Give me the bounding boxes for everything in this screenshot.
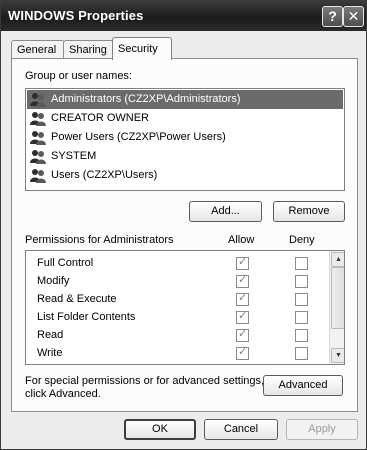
user-name: CREATOR OWNER — [51, 112, 149, 124]
user-group-icon — [30, 150, 46, 164]
user-group-icon — [30, 169, 46, 183]
permission-row: Full Control ✓ — [26, 255, 326, 273]
allow-checkbox[interactable]: ✓ — [236, 274, 249, 288]
user-group-icon — [30, 112, 46, 126]
advanced-button[interactable]: Advanced — [263, 375, 343, 396]
permission-row: List Folder Contents ✓ — [26, 309, 326, 327]
permission-row: Read & Execute ✓ — [26, 291, 326, 309]
user-list-item[interactable]: CREATOR OWNER — [27, 109, 343, 128]
scroll-up-button[interactable]: ▲ — [331, 252, 344, 267]
allow-checkbox[interactable]: ✓ — [236, 256, 249, 270]
deny-header: Deny — [289, 234, 315, 246]
permission-name: Write — [37, 347, 63, 359]
deny-checkbox[interactable] — [295, 329, 308, 342]
help-button[interactable]: ? — [322, 6, 343, 27]
check-icon: ✓ — [238, 328, 248, 340]
permission-row: Modify ✓ — [26, 273, 326, 291]
permissions-label: Permissions for Administrators — [25, 234, 174, 246]
permissions-scrollbar[interactable]: ▲ ▼ — [329, 251, 344, 364]
title-bar[interactable]: WINDOWS Properties ? ✕ — [1, 1, 366, 31]
check-icon: ✓ — [238, 292, 248, 304]
properties-window: WINDOWS Properties ? ✕ General Sharing S… — [0, 0, 367, 450]
allow-checkbox[interactable]: ✓ — [236, 328, 249, 342]
help-icon: ? — [328, 8, 337, 24]
permission-row: Write ✓ — [26, 345, 326, 363]
user-group-icon — [30, 93, 46, 107]
deny-checkbox[interactable] — [295, 311, 308, 324]
permission-name: Modify — [37, 275, 70, 287]
allow-header: Allow — [228, 234, 255, 246]
ok-button[interactable]: OK — [124, 419, 196, 440]
allow-checkbox[interactable]: ✓ — [236, 346, 249, 360]
advanced-help-line1: For special permissions or for advanced … — [25, 375, 265, 387]
arrow-up-icon: ▲ — [335, 256, 342, 263]
user-name: Users (CZ2XP\Users) — [51, 169, 158, 181]
remove-button[interactable]: Remove — [273, 201, 345, 222]
user-list-item[interactable]: Users (CZ2XP\Users) — [27, 166, 343, 185]
close-button[interactable]: ✕ — [343, 6, 364, 27]
apply-button[interactable]: Apply — [286, 419, 358, 440]
permission-name: List Folder Contents — [37, 311, 136, 323]
user-list-item[interactable]: SYSTEM — [27, 147, 343, 166]
window-title: WINDOWS Properties — [8, 8, 144, 23]
user-list-item[interactable]: Administrators (CZ2XP\Administrators) — [27, 90, 343, 109]
deny-checkbox[interactable] — [295, 293, 308, 306]
tab-general[interactable]: General — [11, 40, 65, 59]
scroll-thumb[interactable] — [331, 267, 344, 329]
close-icon: ✕ — [347, 8, 360, 24]
deny-checkbox[interactable] — [295, 347, 308, 360]
cancel-button[interactable]: Cancel — [204, 419, 278, 440]
check-icon: ✓ — [238, 274, 248, 286]
user-list-item[interactable]: Power Users (CZ2XP\Power Users) — [27, 128, 343, 147]
user-name: Power Users (CZ2XP\Power Users) — [51, 131, 226, 143]
check-icon: ✓ — [238, 310, 248, 322]
scroll-down-button[interactable]: ▼ — [331, 348, 344, 363]
user-group-icon — [30, 131, 46, 145]
add-button[interactable]: Add... — [189, 201, 262, 222]
group-names-label: Group or user names: — [25, 70, 132, 82]
check-icon: ✓ — [238, 346, 248, 358]
deny-checkbox[interactable] — [295, 257, 308, 270]
user-name: Administrators (CZ2XP\Administrators) — [51, 93, 241, 105]
deny-checkbox[interactable] — [295, 275, 308, 288]
permission-name: Full Control — [37, 257, 94, 269]
security-panel: Group or user names: Administrators (CZ2… — [11, 58, 358, 412]
permission-row: Read ✓ — [26, 327, 326, 345]
permissions-list: Full Control ✓ Modify ✓ Read & Execute ✓ List … — [25, 250, 345, 365]
user-list[interactable]: Administrators (CZ2XP\Administrators) CRE… — [25, 88, 345, 191]
allow-checkbox[interactable]: ✓ — [236, 292, 249, 306]
check-icon: ✓ — [238, 256, 248, 268]
permission-name: Read & Execute — [37, 293, 117, 305]
tab-security[interactable]: Security — [112, 37, 172, 60]
allow-checkbox[interactable]: ✓ — [236, 310, 249, 324]
arrow-down-icon: ▼ — [335, 352, 342, 359]
tab-sharing[interactable]: Sharing — [63, 40, 119, 59]
user-name: SYSTEM — [51, 150, 97, 162]
advanced-help-line2: click Advanced. — [25, 388, 101, 400]
permission-name: Read — [37, 329, 64, 341]
